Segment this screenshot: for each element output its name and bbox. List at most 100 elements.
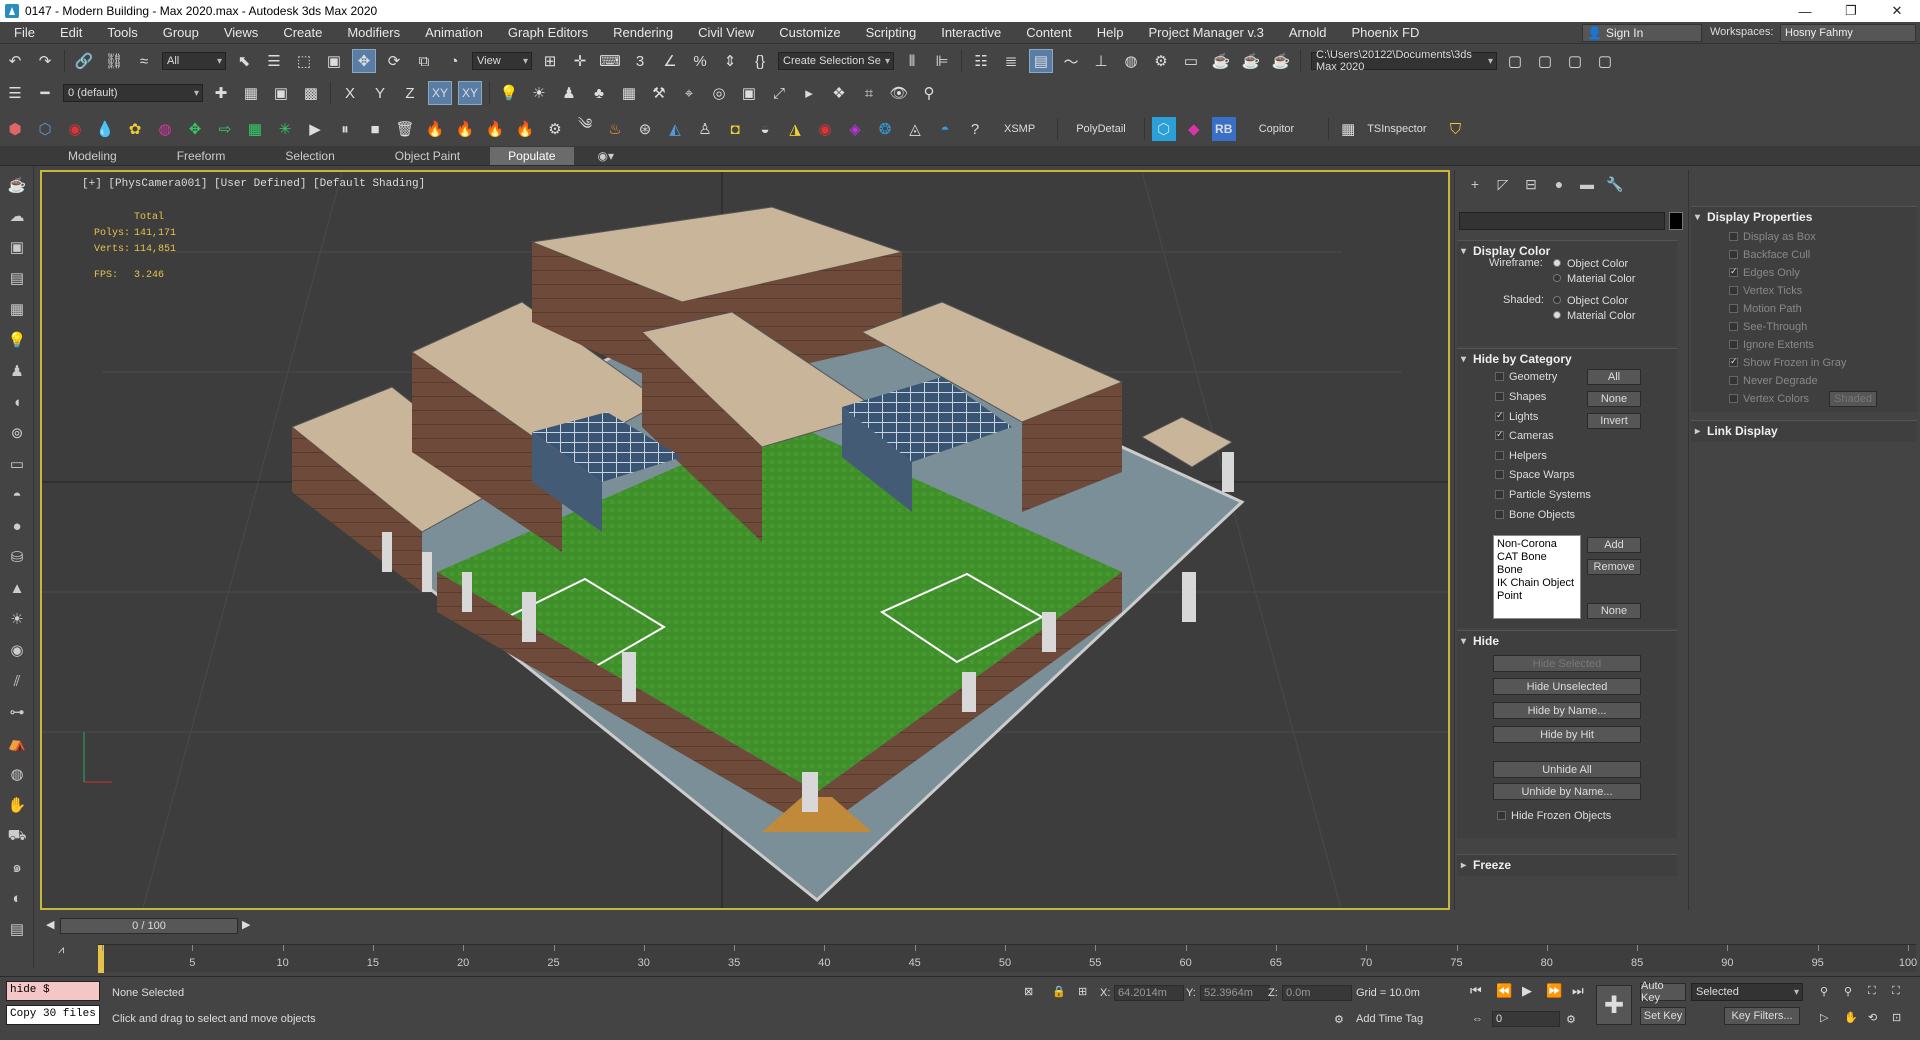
- arrow-right-icon[interactable]: ⇨: [213, 117, 237, 141]
- flame-icon[interactable]: ♨: [603, 117, 627, 141]
- tab-modeling[interactable]: Modeling: [38, 149, 147, 163]
- menu-content[interactable]: Content: [1012, 25, 1083, 40]
- menu-create[interactable]: Create: [269, 25, 333, 40]
- stairs-icon[interactable]: ⫽: [3, 669, 31, 693]
- scene-explorer-icon[interactable]: ☷: [969, 49, 993, 73]
- lock-icon[interactable]: 🔒: [1052, 985, 1066, 998]
- list-item[interactable]: Point: [1497, 590, 1577, 603]
- undo-icon[interactable]: ↶: [3, 49, 27, 73]
- menu-project-manager[interactable]: Project Manager v.3: [1135, 25, 1275, 40]
- bulb-icon[interactable]: ⚲: [917, 81, 941, 105]
- rover-icon[interactable]: ⛟: [3, 824, 31, 848]
- motion-tab-icon[interactable]: ●: [1545, 174, 1573, 194]
- absolute-mode-icon[interactable]: ⊞: [1078, 985, 1087, 998]
- calculator-icon[interactable]: ▤: [3, 917, 31, 941]
- circle-icon[interactable]: ◉: [3, 638, 31, 662]
- move-pivot-icon[interactable]: ✥: [183, 117, 207, 141]
- rect-selection-icon[interactable]: ⬚: [292, 49, 316, 73]
- goto-start-icon[interactable]: ⏮: [1470, 983, 1482, 999]
- dome-icon[interactable]: ◓: [3, 483, 31, 507]
- wireframe-object-color-radio[interactable]: [1553, 259, 1561, 267]
- tab-selection[interactable]: Selection: [255, 149, 364, 163]
- list-item[interactable]: Non-Corona: [1497, 538, 1577, 551]
- viewport-label[interactable]: [+] [PhysCamera001] [User Defined] [Defa…: [82, 178, 425, 190]
- stop-sim-icon[interactable]: ■: [363, 117, 387, 141]
- menu-edit[interactable]: Edit: [46, 25, 93, 40]
- vertex-colors-checkbox[interactable]: [1729, 394, 1738, 403]
- ribbon-options-icon[interactable]: ◉▾: [598, 149, 615, 163]
- hide-by-hit-button[interactable]: Hide by Hit: [1493, 726, 1641, 743]
- time-prev-icon[interactable]: ◀: [46, 918, 54, 931]
- unhide-by-name-button[interactable]: Unhide by Name...: [1493, 783, 1641, 800]
- angle-snap-icon[interactable]: ∠: [658, 49, 682, 73]
- menu-graph-editors[interactable]: Graph Editors: [494, 25, 599, 40]
- helpers-checkbox[interactable]: [1495, 451, 1504, 460]
- select-manipulate-icon[interactable]: ✛: [568, 49, 592, 73]
- play-sim-icon[interactable]: ▶: [303, 117, 327, 141]
- fire-liquid-icon[interactable]: 🔥: [513, 117, 537, 141]
- cylinder-icon[interactable]: ⛁: [3, 545, 31, 569]
- ocean-icon[interactable]: ◭: [663, 117, 687, 141]
- zoom-all-icon[interactable]: ⚲: [1844, 985, 1852, 998]
- shield-plugin-icon[interactable]: ⛉: [1444, 117, 1468, 141]
- hide-by-name-button[interactable]: Hide by Name...: [1493, 702, 1641, 719]
- time-tag-icon[interactable]: ⚙: [1334, 1013, 1344, 1026]
- layer-visibility-icon[interactable]: ━: [33, 81, 57, 105]
- layer-explorer-icon[interactable]: ≣: [999, 49, 1023, 73]
- cube-plugin-icon[interactable]: ⬡: [1151, 117, 1176, 141]
- trash-icon[interactable]: 🗑: [393, 117, 417, 141]
- set-current-layer-icon[interactable]: ▩: [299, 81, 323, 105]
- shaded-material-color-radio[interactable]: [1553, 311, 1561, 319]
- time-next-icon[interactable]: ▶: [242, 918, 250, 931]
- spinner-snap-icon[interactable]: ⇕: [718, 49, 742, 73]
- attractor-icon[interactable]: ◈: [843, 117, 867, 141]
- fire-emitter-icon[interactable]: ◉: [63, 117, 87, 141]
- maxscript-listener[interactable]: hide $: [6, 981, 100, 1001]
- time-slider[interactable]: 0 / 100: [60, 918, 238, 934]
- menu-modifiers[interactable]: Modifiers: [333, 25, 411, 40]
- particle-icon[interactable]: ✿: [123, 117, 147, 141]
- link-icon[interactable]: 🔗: [72, 49, 96, 73]
- grid-icon[interactable]: ▦: [617, 81, 641, 105]
- tools-icon[interactable]: ⚒: [647, 81, 671, 105]
- category-none-button[interactable]: None: [1587, 391, 1641, 407]
- sphere-icon[interactable]: ●: [3, 514, 31, 538]
- timeline-track[interactable]: 5 10 15 20 25 30 35 40 45 50 55 60 65 70 75 80 85 90 95 100: [98, 944, 1917, 973]
- geometry-icon[interactable]: ◍: [153, 117, 177, 141]
- axis-z-button[interactable]: Z: [398, 81, 422, 105]
- tsinspector-button[interactable]: TSInspector: [1367, 123, 1426, 135]
- select-object-icon[interactable]: ⬉: [232, 49, 256, 73]
- modify-tab-icon[interactable]: ◸: [1489, 174, 1517, 194]
- unhide-all-button[interactable]: Unhide All: [1493, 761, 1641, 778]
- render-iterative-icon[interactable]: ☕: [1239, 49, 1263, 73]
- copitor-button[interactable]: Copitor: [1259, 123, 1294, 135]
- rb-button[interactable]: RB: [1211, 117, 1236, 141]
- render-frame-icon[interactable]: ▭: [1179, 49, 1203, 73]
- hierarchy-tab-icon[interactable]: ⊟: [1517, 174, 1545, 194]
- named-selection-dropdown[interactable]: Create Selection Se: [778, 52, 894, 70]
- mirror-icon[interactable]: ⫴: [900, 49, 924, 73]
- ignore-extents-checkbox[interactable]: [1729, 340, 1738, 349]
- play-icon[interactable]: ▶: [1522, 983, 1532, 999]
- tab-object-paint[interactable]: Object Paint: [365, 149, 490, 163]
- walker-icon[interactable]: ♟: [3, 359, 31, 383]
- render-setup-icon[interactable]: ⚙: [1149, 49, 1173, 73]
- link-chain-icon[interactable]: ⊶: [3, 700, 31, 724]
- tent-icon[interactable]: ⛺: [3, 731, 31, 755]
- zoom-extents-all-icon[interactable]: ⛶: [1892, 985, 1900, 998]
- zoom-extents-icon[interactable]: ⛶: [1868, 985, 1876, 998]
- set-key-button[interactable]: Set Key: [1640, 1007, 1686, 1025]
- liquid-icon[interactable]: 💧: [93, 117, 117, 141]
- shaded-object-color-radio[interactable]: [1553, 296, 1561, 304]
- curve-editor-toggle-icon[interactable]: ⩘: [58, 944, 64, 957]
- menu-rendering[interactable]: Rendering: [599, 25, 684, 40]
- sun-light-icon[interactable]: ☀: [3, 607, 31, 631]
- key-mode-icon[interactable]: ⇔: [1472, 1013, 1483, 1025]
- select-rotate-icon[interactable]: ⟳: [382, 49, 406, 73]
- orbit-icon[interactable]: ⟲: [1868, 1011, 1877, 1024]
- table-icon[interactable]: ▦: [3, 297, 31, 321]
- book-icon[interactable]: ▤: [3, 266, 31, 290]
- fire-icon[interactable]: 🔥: [423, 117, 447, 141]
- see-through-checkbox[interactable]: [1729, 322, 1738, 331]
- prev-frame-icon[interactable]: ⏪: [1496, 983, 1512, 999]
